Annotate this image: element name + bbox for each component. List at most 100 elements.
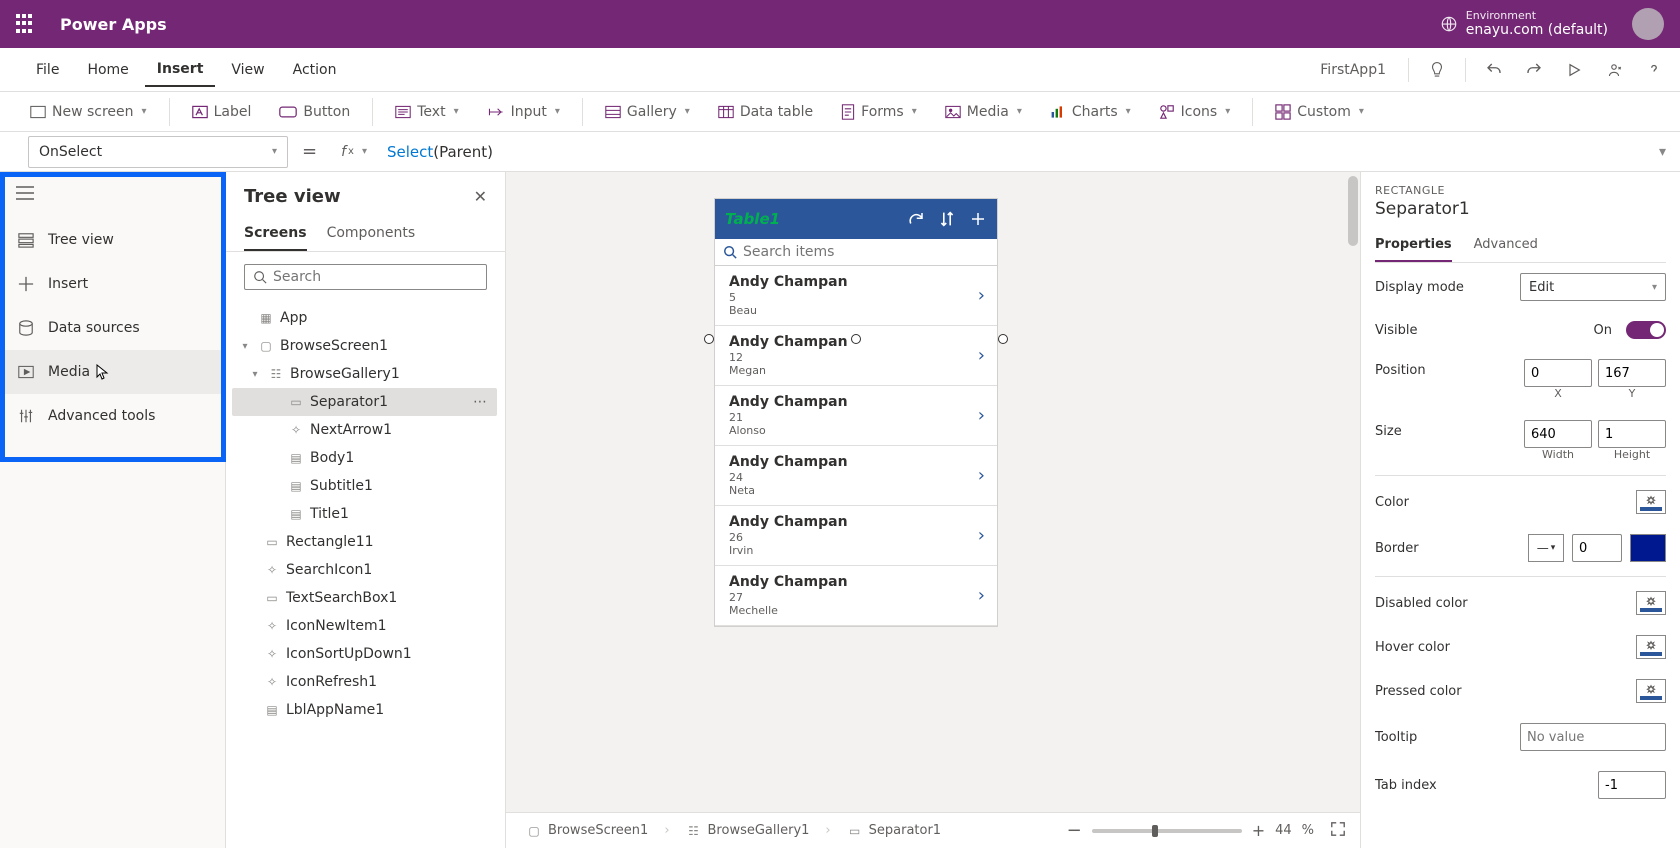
ribbon-gallery[interactable]: Gallery▾ [595, 100, 700, 124]
zoom-slider[interactable] [1092, 829, 1242, 833]
border-color-picker[interactable] [1630, 534, 1666, 562]
position-x-input[interactable] [1524, 359, 1592, 387]
props-tab-advanced[interactable]: Advanced [1474, 231, 1538, 262]
canvas-scrollbar[interactable] [1346, 172, 1360, 848]
visible-toggle[interactable] [1626, 321, 1666, 339]
tree-node-rectangle[interactable]: ▭Rectangle11 [232, 528, 497, 556]
list-item[interactable]: Andy Champan5Beau› [715, 266, 997, 326]
ribbon-custom[interactable]: Custom▾ [1265, 100, 1374, 124]
help-button[interactable] [1636, 52, 1672, 88]
zoom-out-button[interactable]: − [1067, 820, 1082, 841]
tree-node-icon-new-item[interactable]: ✧IconNewItem1 [232, 612, 497, 640]
collapse-icon[interactable]: ▾ [238, 341, 252, 352]
ribbon-data-table[interactable]: Data table [708, 100, 823, 124]
rail-data-sources[interactable]: Data sources [0, 306, 225, 350]
collapse-icon[interactable]: ▾ [248, 369, 262, 380]
zoom-in-button[interactable]: + [1252, 821, 1265, 840]
menu-action[interactable]: Action [281, 54, 349, 86]
size-width-input[interactable] [1524, 420, 1592, 448]
separator-selection-handles[interactable] [709, 337, 1003, 343]
list-item[interactable]: Andy Champan21Alonso› [715, 386, 997, 446]
tree-node-body[interactable]: ▤Body1 [232, 444, 497, 472]
ribbon-charts[interactable]: Charts▾ [1040, 100, 1141, 124]
tree-search[interactable] [244, 264, 487, 290]
chevron-right-icon[interactable]: › [978, 525, 985, 546]
ribbon-button[interactable]: Button [269, 100, 360, 124]
add-icon[interactable] [969, 210, 987, 228]
share-button[interactable] [1596, 52, 1632, 88]
tree-node-browse-screen[interactable]: ▾▢BrowseScreen1 [232, 332, 497, 360]
tree-node-separator[interactable]: ▭Separator1⋯ [232, 388, 497, 416]
breadcrumb-screen[interactable]: ▢BrowseScreen1 [520, 821, 654, 841]
property-selector[interactable]: OnSelect ▾ [28, 136, 288, 168]
breadcrumb-gallery[interactable]: ☷BrowseGallery1 [680, 821, 816, 841]
position-y-input[interactable] [1598, 359, 1666, 387]
tab-components[interactable]: Components [327, 219, 416, 251]
chevron-right-icon[interactable]: › [978, 585, 985, 606]
size-height-input[interactable] [1598, 420, 1666, 448]
props-tab-properties[interactable]: Properties [1375, 231, 1452, 262]
tree-node-title[interactable]: ▤Title1 [232, 500, 497, 528]
tree-node-browse-gallery[interactable]: ▾☷BrowseGallery1 [232, 360, 497, 388]
preview-search-input[interactable] [743, 244, 989, 260]
ribbon-text[interactable]: Text▾ [385, 100, 468, 124]
ribbon-label[interactable]: Label [182, 100, 262, 124]
rail-media[interactable]: Media [0, 350, 225, 394]
ribbon-forms[interactable]: Forms▾ [831, 100, 927, 124]
close-icon[interactable]: ✕ [474, 187, 487, 206]
app-preview[interactable]: Table1 Andy Champan5Beau›Andy Champan12M… [714, 198, 998, 627]
pressed-color-picker[interactable] [1636, 679, 1666, 703]
chevron-right-icon[interactable]: › [978, 285, 985, 306]
menu-insert[interactable]: Insert [145, 53, 216, 87]
sort-icon[interactable] [939, 210, 955, 228]
tree-node-text-search-box[interactable]: ▭TextSearchBox1 [232, 584, 497, 612]
border-style-select[interactable]: — ▾ [1528, 534, 1564, 562]
rail-insert[interactable]: Insert [0, 262, 225, 306]
formula-input[interactable]: Select(Parent) [377, 143, 1645, 161]
color-picker[interactable] [1636, 490, 1666, 514]
tree-node-icon-refresh[interactable]: ✧IconRefresh1 [232, 668, 497, 696]
app-checker-icon[interactable] [1419, 52, 1455, 88]
list-item[interactable]: Andy Champan24Neta› [715, 446, 997, 506]
ribbon-media[interactable]: Media▾ [935, 100, 1032, 124]
display-mode-select[interactable]: Edit▾ [1520, 273, 1666, 301]
redo-button[interactable] [1516, 52, 1552, 88]
chevron-right-icon[interactable]: › [978, 465, 985, 486]
breadcrumb-separator[interactable]: ▭Separator1 [841, 821, 947, 841]
more-icon[interactable]: ⋯ [469, 394, 491, 410]
tooltip-input[interactable] [1520, 723, 1666, 751]
expand-formula-icon[interactable]: ▾ [1645, 144, 1680, 160]
ribbon-input[interactable]: Input▾ [477, 100, 570, 124]
ribbon-icons[interactable]: Icons▾ [1149, 100, 1241, 124]
tab-index-input[interactable] [1598, 771, 1666, 799]
environment-selector[interactable]: Environment enayu.com (default) [1440, 9, 1608, 39]
tree-search-input[interactable] [273, 269, 478, 285]
tree-node-search-icon[interactable]: ✧SearchIcon1 [232, 556, 497, 584]
list-item[interactable]: Andy Champan27Mechelle› [715, 566, 997, 626]
chevron-right-icon[interactable]: › [978, 405, 985, 426]
chevron-right-icon[interactable]: › [978, 345, 985, 366]
tab-screens[interactable]: Screens [244, 219, 307, 251]
tree-node-icon-sort[interactable]: ✧IconSortUpDown1 [232, 640, 497, 668]
disabled-color-picker[interactable] [1636, 591, 1666, 615]
fx-button[interactable]: fx▾ [331, 144, 377, 160]
menu-view[interactable]: View [219, 54, 276, 86]
hamburger-icon[interactable] [0, 172, 225, 218]
rail-tree-view[interactable]: Tree view [0, 218, 225, 262]
list-item[interactable]: Andy Champan26Irvin› [715, 506, 997, 566]
border-width-input[interactable] [1572, 534, 1622, 562]
preview-button[interactable] [1556, 52, 1592, 88]
menu-home[interactable]: Home [75, 54, 140, 86]
tree-node-app[interactable]: ▦App [232, 304, 497, 332]
refresh-icon[interactable] [907, 210, 925, 228]
fit-screen-button[interactable] [1330, 821, 1346, 841]
tree-node-lbl-app-name[interactable]: ▤LblAppName1 [232, 696, 497, 724]
tree-node-next-arrow[interactable]: ✧NextArrow1 [232, 416, 497, 444]
rail-advanced-tools[interactable]: Advanced tools [0, 394, 225, 438]
app-launcher-icon[interactable] [16, 14, 36, 34]
menu-file[interactable]: File [24, 54, 71, 86]
ribbon-new-screen[interactable]: New screen▾ [20, 100, 157, 124]
user-avatar[interactable] [1632, 8, 1664, 40]
tree-node-subtitle[interactable]: ▤Subtitle1 [232, 472, 497, 500]
hover-color-picker[interactable] [1636, 635, 1666, 659]
